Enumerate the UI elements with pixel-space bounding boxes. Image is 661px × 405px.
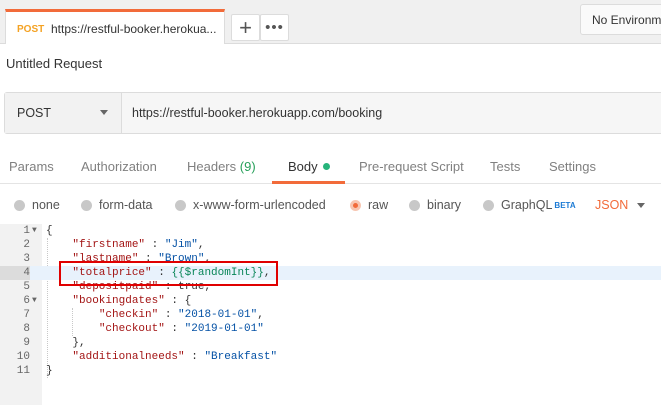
request-name[interactable]: Untitled Request <box>6 56 102 71</box>
tab-body-label: Body <box>288 159 318 174</box>
url-input[interactable] <box>122 93 661 133</box>
method-select-label: POST <box>17 106 52 120</box>
plus-icon: + <box>239 14 252 40</box>
line-number: 5 <box>23 281 30 293</box>
code-text: "firstname" : "Jim", <box>72 239 205 251</box>
radio-graphql[interactable]: GraphQL BETA <box>483 198 576 212</box>
line-number: 3 <box>23 253 30 265</box>
line-number: 2 <box>23 239 30 251</box>
tab-headers[interactable]: Headers (9) <box>187 159 256 174</box>
new-tab-button[interactable]: + <box>231 14 260 41</box>
tab-headers-label: Headers <box>187 159 237 174</box>
request-tab[interactable]: POST https://restful-booker.herokua... <box>5 9 225 44</box>
radio-none[interactable]: none <box>14 198 60 212</box>
chevron-down-icon <box>637 203 645 208</box>
method-select[interactable]: POST <box>5 93 122 133</box>
line-number: 4 <box>0 266 30 280</box>
chevron-down-icon <box>100 110 108 115</box>
radio-binary-label: binary <box>427 198 462 212</box>
annotation-highlight-box <box>59 261 278 286</box>
code-line: 1 ▼ { <box>0 224 661 238</box>
radio-none-label: none <box>32 198 60 212</box>
code-text: "additionalneeds" : "Breakfast" <box>72 351 278 363</box>
code-line: 10 "additionalneeds" : "Breakfast" <box>0 350 661 364</box>
tab-pre-request-script[interactable]: Pre-request Script <box>359 159 464 174</box>
tab-params[interactable]: Params <box>9 159 54 174</box>
code-line: 9 }, <box>0 336 661 350</box>
line-number: 7 <box>23 309 30 321</box>
radio-graphql-label: GraphQL <box>501 198 553 212</box>
code-line: 2 "firstname" : "Jim", <box>0 238 661 252</box>
radio-circle-icon <box>81 199 92 211</box>
radio-binary[interactable]: binary <box>409 198 461 212</box>
body-type-options: none form-data x-www-form-urlencoded raw… <box>0 193 661 219</box>
line-number: 1 <box>23 225 30 237</box>
tab-bar: POST https://restful-booker.herokua... +… <box>0 0 661 44</box>
code-text: "bookingdates" : { <box>72 295 192 307</box>
line-number: 6 <box>23 295 30 307</box>
radio-form-data-label: form-data <box>99 198 153 212</box>
tab-settings[interactable]: Settings <box>549 159 596 174</box>
line-number: 9 <box>23 337 30 349</box>
code-line: 11 } <box>0 364 661 378</box>
radio-raw-label: raw <box>368 198 389 212</box>
code-line: 7 "checkin" : "2018-01-01", <box>0 308 661 322</box>
radio-circle-icon <box>409 199 420 211</box>
headers-count-badge: (9) <box>239 159 256 174</box>
radio-urlencoded-label: x-www-form-urlencoded <box>193 198 326 212</box>
code-text: } <box>46 365 53 377</box>
body-editor[interactable]: 1 ▼ { 2 "firstname" : "Jim", 3 "lastname… <box>0 224 661 405</box>
body-indicator-dot <box>322 163 330 170</box>
radio-circle-icon <box>175 199 186 211</box>
radio-circle-icon <box>14 199 25 211</box>
ellipsis-icon: ••• <box>265 19 284 36</box>
environment-label: No Environment <box>592 13 661 27</box>
active-tab-indicator <box>272 181 345 184</box>
fold-arrow-icon[interactable]: ▼ <box>32 294 37 308</box>
radio-form-data[interactable]: form-data <box>81 198 153 212</box>
tab-tests[interactable]: Tests <box>490 159 520 174</box>
environment-selector[interactable]: No Environment <box>580 4 661 35</box>
radio-circle-icon <box>483 199 494 211</box>
radio-urlencoded[interactable]: x-www-form-urlencoded <box>175 198 326 212</box>
request-subtabs: Params Authorization Headers (9) Body Pr… <box>0 150 661 184</box>
code-line: 8 "checkout" : "2019-01-01" <box>0 322 661 336</box>
code-text: "checkout" : "2019-01-01" <box>98 323 264 335</box>
content-type-select[interactable]: JSON <box>595 198 628 212</box>
fold-arrow-icon[interactable]: ▼ <box>32 224 37 238</box>
beta-badge: BETA <box>554 200 576 210</box>
radio-raw[interactable]: raw <box>350 198 388 212</box>
request-tab-method: POST <box>17 24 45 35</box>
code-text: "checkin" : "2018-01-01", <box>98 309 264 321</box>
code-text: { <box>46 225 53 237</box>
tab-body[interactable]: Body <box>288 159 330 174</box>
code-text: }, <box>72 337 86 349</box>
code-line: 6 ▼ "bookingdates" : { <box>0 294 661 308</box>
tab-more-button[interactable]: ••• <box>260 14 289 41</box>
line-number: 10 <box>16 351 30 363</box>
line-number: 8 <box>23 323 30 335</box>
line-number: 11 <box>16 365 30 377</box>
tab-authorization[interactable]: Authorization <box>81 159 157 174</box>
url-bar: POST <box>4 92 661 134</box>
radio-selected-icon <box>350 199 361 211</box>
request-tab-url: https://restful-booker.herokua... <box>51 22 216 36</box>
